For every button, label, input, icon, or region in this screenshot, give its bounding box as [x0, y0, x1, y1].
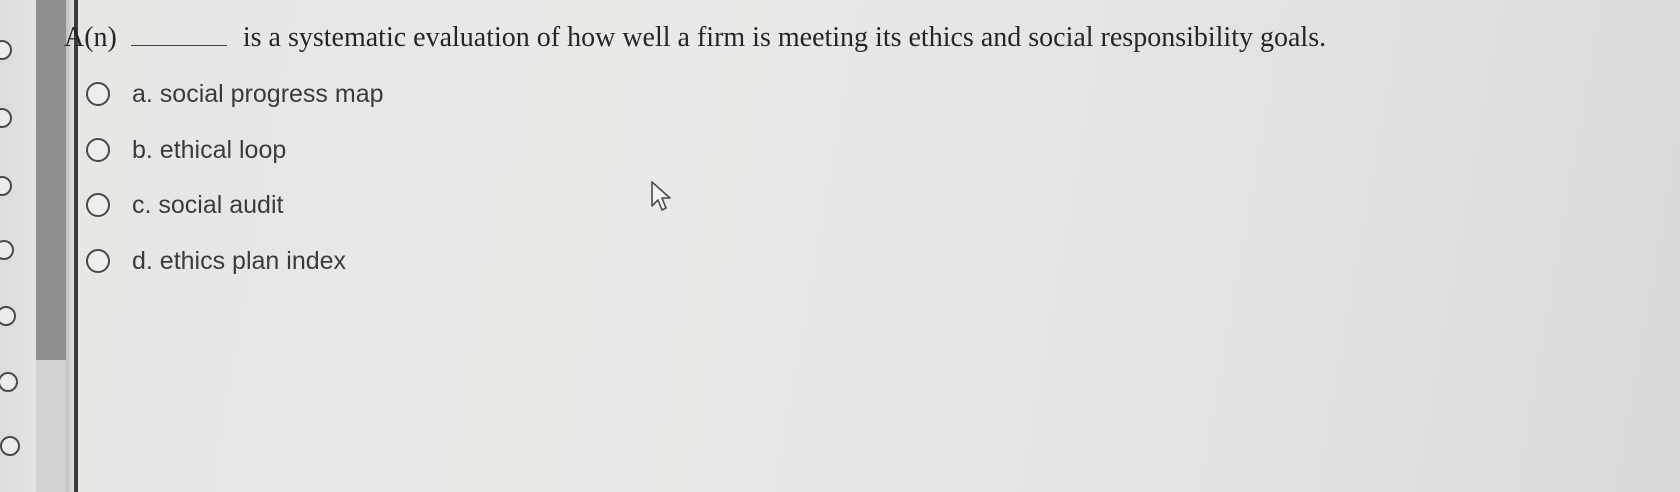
radio-button-c[interactable] [86, 193, 110, 217]
left-radio-3[interactable] [0, 176, 12, 196]
question-prefix: A(n) [64, 22, 117, 53]
previous-question-panel [0, 0, 36, 492]
scrollbar-thumb[interactable] [36, 0, 66, 360]
left-radio-7[interactable] [0, 436, 20, 456]
left-radio-1[interactable] [0, 40, 12, 60]
radio-button-a[interactable] [86, 82, 110, 106]
radio-button-b[interactable] [86, 138, 110, 162]
scrollbar-edge [66, 0, 74, 492]
left-radio-6[interactable] [0, 372, 18, 392]
option-c-label[interactable]: c. social audit [132, 191, 283, 220]
option-a[interactable]: a. social progress map [86, 74, 384, 114]
option-d-label[interactable]: d. ethics plan index [132, 247, 346, 276]
answer-blank [130, 27, 227, 46]
option-c[interactable]: c. social audit [86, 185, 283, 225]
left-radio-4[interactable] [0, 240, 14, 260]
left-radio-2[interactable] [0, 108, 12, 128]
mouse-pointer-icon [651, 181, 671, 211]
option-b[interactable]: b. ethical loop [86, 130, 286, 170]
question-text: A(n) is a systematic evaluation of how we… [64, 22, 1664, 54]
option-d[interactable]: d. ethics plan index [86, 241, 346, 281]
question-body: is a systematic evaluation of how well a… [242, 22, 1327, 53]
option-b-label[interactable]: b. ethical loop [132, 136, 286, 165]
radio-button-d[interactable] [86, 249, 110, 273]
option-a-label[interactable]: a. social progress map [132, 80, 384, 109]
panel-divider [74, 0, 78, 492]
left-radio-5[interactable] [0, 306, 16, 326]
